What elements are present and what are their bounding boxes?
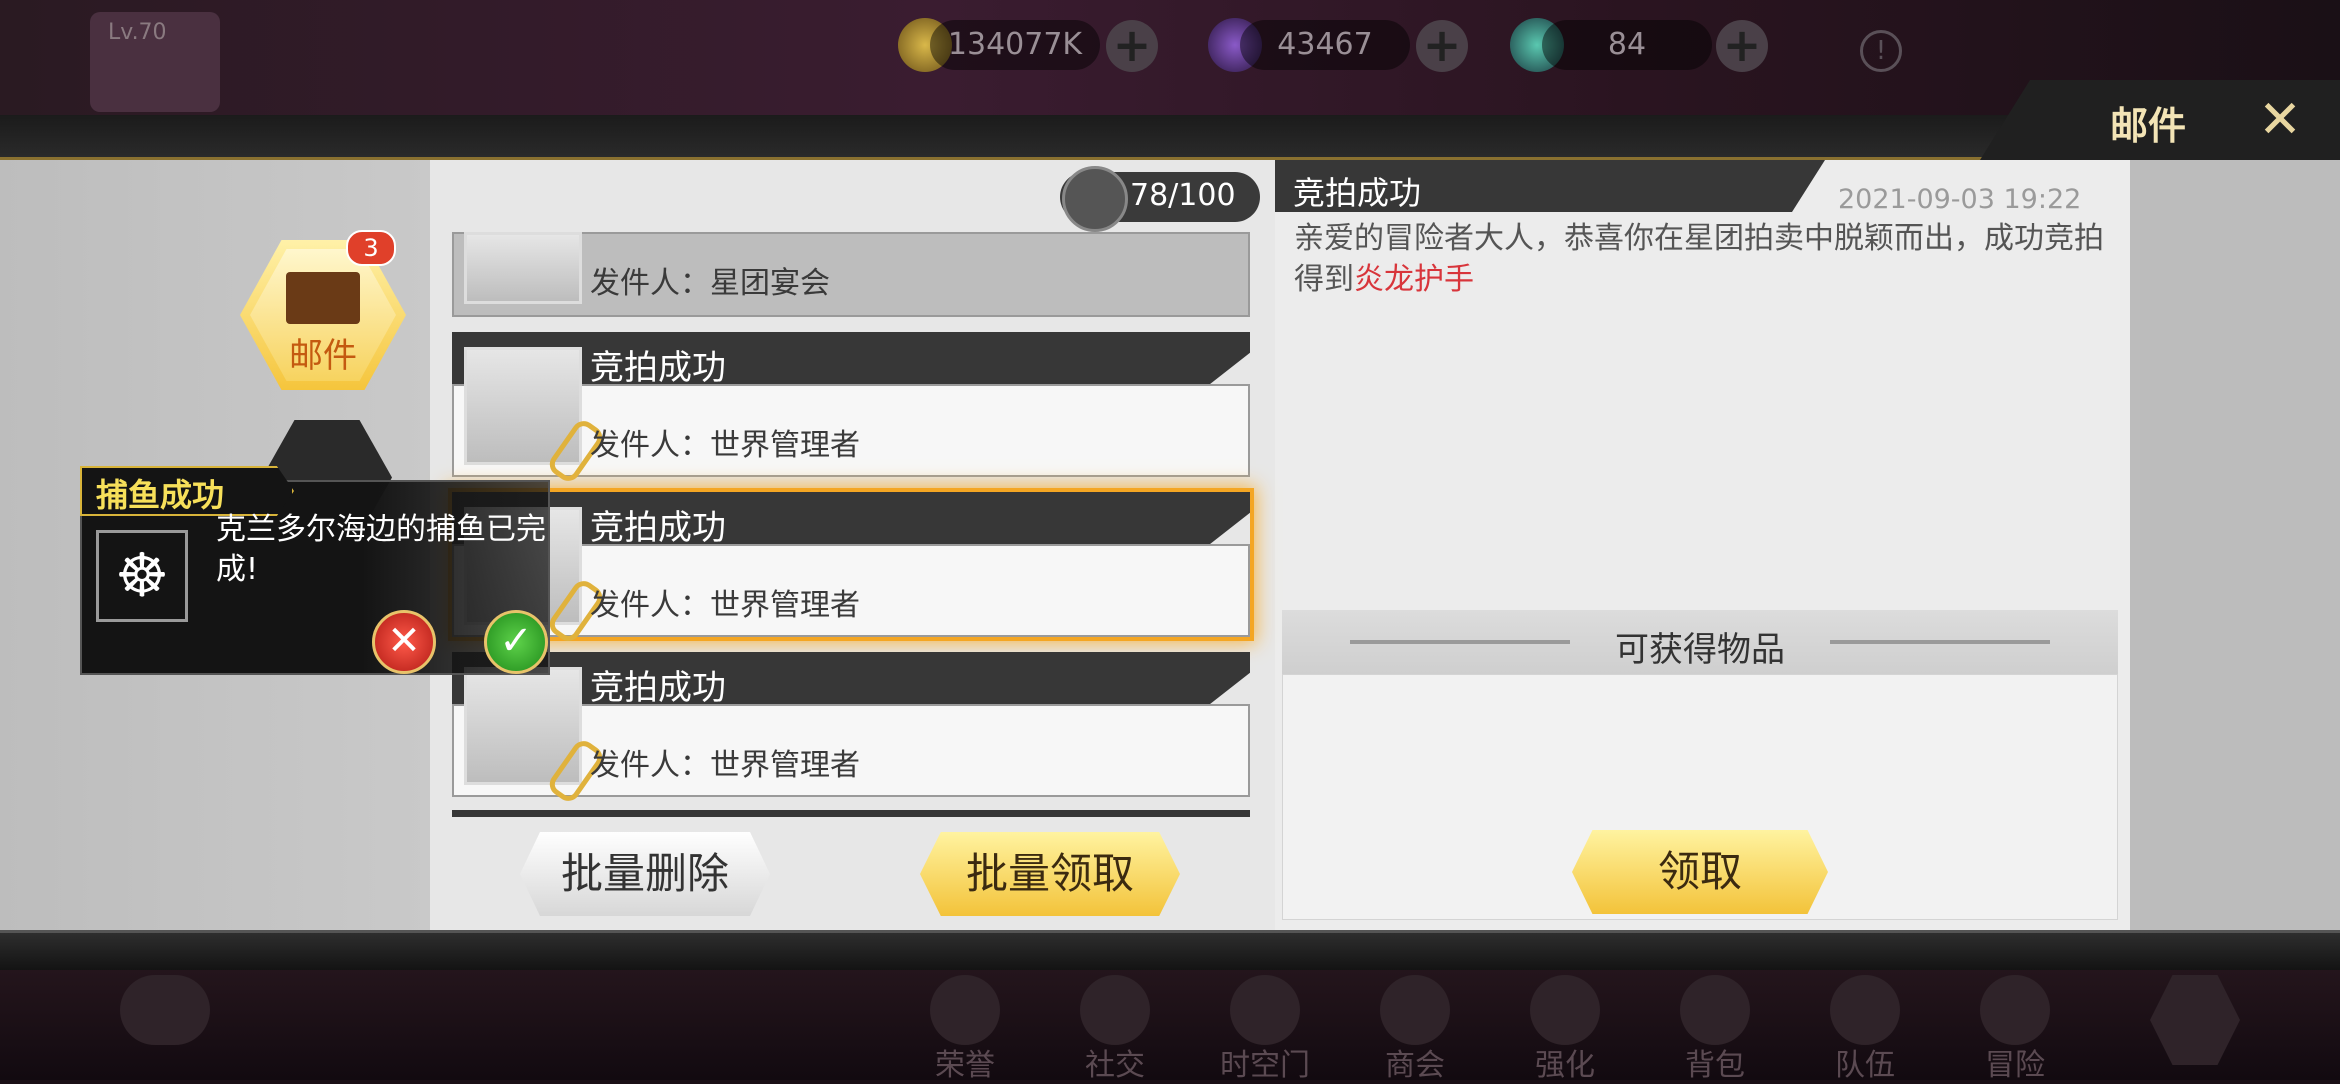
nav-enhance[interactable]: 强化 bbox=[1505, 1040, 1625, 1084]
batch-delete-button[interactable]: 批量删除 bbox=[520, 832, 770, 916]
mailbox-icon bbox=[1062, 166, 1128, 232]
top-hud bbox=[0, 0, 2340, 115]
nav-team[interactable]: 队伍 bbox=[1805, 1040, 1925, 1084]
info-icon[interactable]: ! bbox=[1860, 30, 1902, 72]
ticket-amount: 84 bbox=[1542, 20, 1712, 70]
nav-guild-shop[interactable]: 商会 bbox=[1355, 1040, 1475, 1084]
items-header-label: 可获得物品 bbox=[1615, 630, 1785, 670]
tab-mail-label: 邮件 bbox=[289, 336, 357, 376]
enhance-icon bbox=[1530, 975, 1600, 1045]
team-icon bbox=[1830, 975, 1900, 1045]
mail-count: 78/100 bbox=[1130, 178, 1236, 213]
batch-collect-button[interactable]: 批量领取 bbox=[920, 832, 1180, 916]
reward-item-name: 炎龙护手 bbox=[1354, 262, 1474, 297]
mail-subject: 竞拍成功 bbox=[590, 508, 726, 548]
fishing-icon: ☸ bbox=[96, 530, 188, 622]
adventure-icon bbox=[1980, 975, 2050, 1045]
window-title: 邮件 bbox=[2110, 104, 2187, 148]
mail-sender: 发件人：世界管理者 bbox=[590, 428, 860, 463]
close-button[interactable]: ✕ bbox=[2252, 92, 2308, 148]
detail-date: 2021-09-03 19:22 bbox=[1838, 184, 2082, 215]
nav-backpack[interactable]: 背包 bbox=[1655, 1040, 1775, 1084]
mail-item-selected[interactable]: 竞拍成功 发件人：世界管理者 bbox=[452, 492, 1250, 646]
add-ticket-button[interactable]: + bbox=[1716, 20, 1768, 72]
nav-portal[interactable]: 时空门 bbox=[1205, 1040, 1325, 1084]
mail-sender: 发件人：世界管理者 bbox=[590, 748, 860, 783]
claim-button[interactable]: 领取 bbox=[1572, 830, 1828, 914]
nav-social[interactable]: 社交 bbox=[1055, 1040, 1175, 1084]
add-crystal-button[interactable]: + bbox=[1416, 20, 1468, 72]
backpack-icon bbox=[1680, 975, 1750, 1045]
confirm-button[interactable]: ✓ bbox=[484, 610, 548, 674]
mail-sender: 发件人：世界管理者 bbox=[590, 588, 860, 623]
mail-subject: 竞拍成功 bbox=[590, 348, 726, 388]
popup-message: 克兰多尔海边的捕鱼已完成! bbox=[216, 512, 546, 587]
mail-item[interactable]: 竞拍成功 发件人：世界管理者 bbox=[452, 652, 1250, 806]
envelope-icon bbox=[464, 232, 582, 304]
guild-shop-icon bbox=[1380, 975, 1450, 1045]
social-icon bbox=[1080, 975, 1150, 1045]
player-level: Lv.70 bbox=[108, 20, 167, 45]
chat-bubble-icon[interactable] bbox=[120, 975, 210, 1045]
envelope-icon bbox=[286, 272, 360, 324]
detail-body: 亲爱的冒险者大人，恭喜你在星团拍卖中脱颖而出，成功竞拍得到炎龙护手 bbox=[1294, 218, 2124, 300]
dismiss-button[interactable]: ✕ bbox=[372, 610, 436, 674]
detail-title: 竞拍成功 bbox=[1293, 174, 1422, 212]
gold-amount: 134077K bbox=[930, 20, 1100, 70]
portal-icon bbox=[1230, 975, 1300, 1045]
mail-item[interactable]: 竞拍成功 发件人：世界管理者 bbox=[452, 332, 1250, 486]
bottom-frame bbox=[0, 930, 2340, 973]
honor-icon bbox=[930, 975, 1000, 1045]
right-margin bbox=[2130, 160, 2340, 930]
mail-item[interactable]: 发件人：星团宴会 bbox=[452, 232, 1250, 317]
mail-subject: 竞拍成功 bbox=[590, 668, 726, 708]
crystal-amount: 43467 bbox=[1240, 20, 1410, 70]
unread-badge: 3 bbox=[346, 230, 396, 266]
list-divider bbox=[452, 810, 1250, 817]
nav-honor[interactable]: 荣誉 bbox=[905, 1040, 1025, 1084]
nav-adventure[interactable]: 冒险 bbox=[1955, 1040, 2075, 1084]
popup-title: 捕鱼成功 bbox=[96, 476, 225, 514]
mail-sender: 发件人：星团宴会 bbox=[590, 266, 830, 301]
add-gold-button[interactable]: + bbox=[1106, 20, 1158, 72]
